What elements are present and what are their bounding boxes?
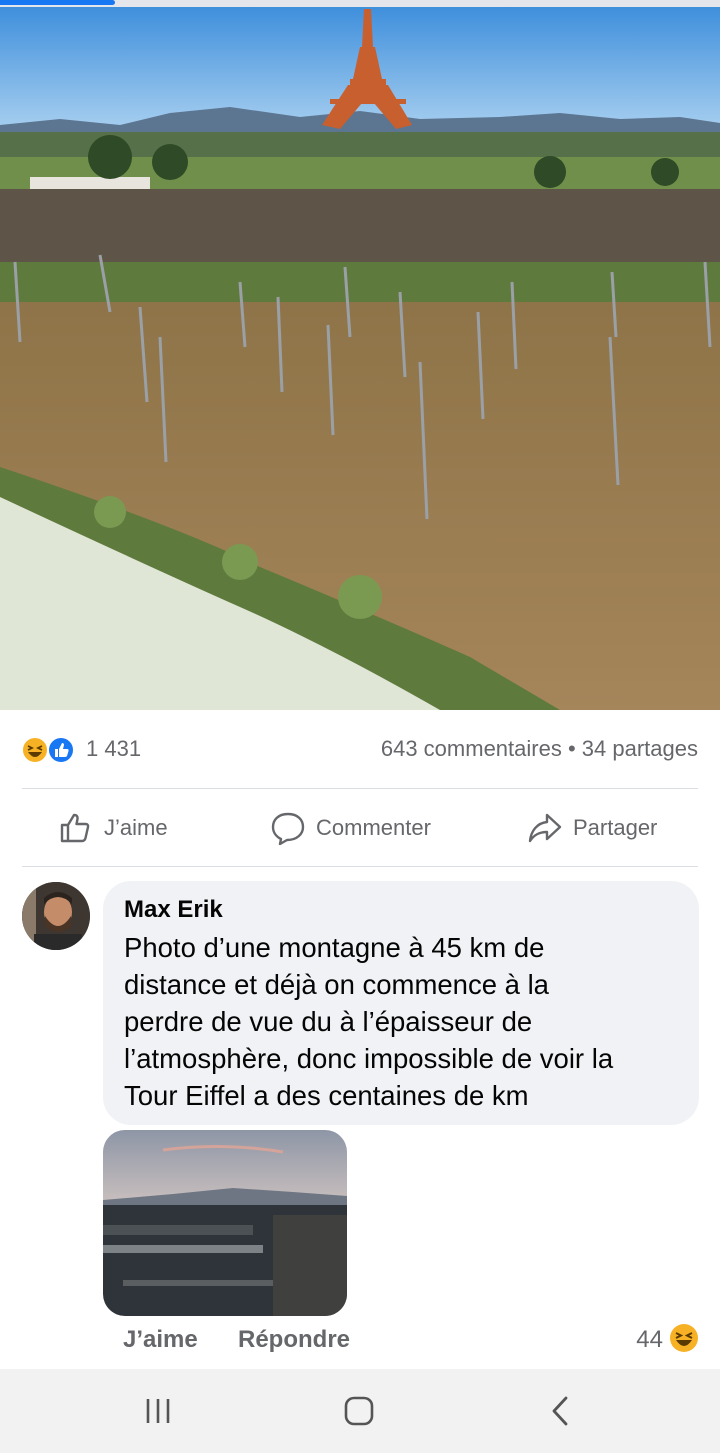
comment-attachment-photo[interactable] bbox=[103, 1130, 347, 1316]
post-stats-bar: 1 431 643 commentaires • 34 partages bbox=[0, 710, 720, 788]
comment-line: perdre de vue du à l’épaisseur de bbox=[124, 1006, 533, 1037]
comment-button[interactable]: Commenter bbox=[270, 808, 431, 848]
comments-count[interactable]: 643 commentaires bbox=[381, 736, 562, 761]
stats-separator: • bbox=[567, 736, 576, 761]
comment-share-counts: 643 commentaires • 34 partages bbox=[381, 736, 698, 762]
comment-bubble[interactable]: Max Erik Photo d’une montagne à 45 km de… bbox=[103, 881, 699, 1125]
like-label: J’aime bbox=[104, 815, 168, 840]
android-navigation-bar bbox=[0, 1369, 720, 1453]
comment-line: l’atmosphère, donc impossible de voir la bbox=[124, 1043, 614, 1074]
share-button[interactable]: Partager bbox=[527, 808, 657, 848]
shares-count[interactable]: 34 partages bbox=[582, 736, 698, 761]
comment-actions: J’aime Répondre 44 bbox=[0, 1324, 720, 1366]
share-label: Partager bbox=[573, 815, 658, 840]
share-arrow-icon bbox=[528, 813, 562, 843]
progress-fill bbox=[0, 0, 115, 5]
vineyard-eiffel-photo bbox=[0, 7, 720, 710]
like-thumb-icon bbox=[47, 736, 75, 764]
divider bbox=[22, 788, 698, 789]
comment-line: distance et déjà on commence à la bbox=[124, 969, 549, 1000]
post-photo[interactable] bbox=[0, 7, 720, 710]
avatar[interactable] bbox=[22, 882, 90, 950]
thumbs-up-icon bbox=[60, 813, 90, 843]
home-icon[interactable] bbox=[334, 1391, 384, 1431]
like-button[interactable]: J’aime bbox=[58, 808, 168, 848]
comment-reaction-count[interactable]: 44 bbox=[636, 1326, 663, 1354]
comment-author[interactable]: Max Erik bbox=[124, 895, 677, 925]
story-progress-bar bbox=[0, 0, 720, 7]
haha-emoji-icon bbox=[21, 736, 49, 764]
comment-line: Tour Eiffel a des centaines de km bbox=[124, 1080, 529, 1111]
post-actions-bar: J’aime Commenter Partager bbox=[0, 790, 720, 866]
divider bbox=[22, 866, 698, 867]
comment-like-button[interactable]: J’aime bbox=[123, 1326, 198, 1354]
comment-label: Commenter bbox=[316, 815, 431, 840]
comment-line: Photo d’une montagne à 45 km de bbox=[124, 932, 545, 963]
comment-icon bbox=[271, 812, 305, 846]
recent-apps-icon[interactable] bbox=[133, 1391, 183, 1431]
haha-emoji-icon[interactable] bbox=[668, 1322, 700, 1354]
reaction-count[interactable]: 1 431 bbox=[86, 736, 141, 762]
comment-reply-button[interactable]: Répondre bbox=[238, 1326, 350, 1354]
back-icon[interactable] bbox=[536, 1391, 586, 1431]
comment-text: Photo d’une montagne à 45 km de distance… bbox=[124, 929, 677, 1114]
reaction-icons[interactable] bbox=[20, 735, 80, 765]
